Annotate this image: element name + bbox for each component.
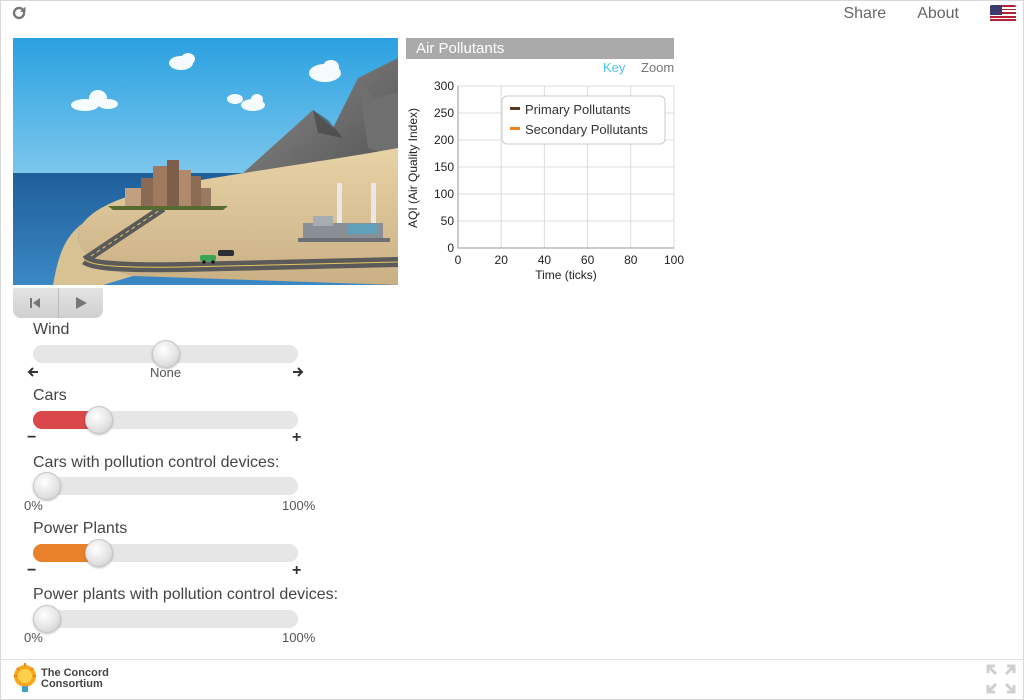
power-plants-slider-handle[interactable] (85, 539, 114, 567)
logo-text-line2: Consortium (41, 678, 103, 690)
wind-slider[interactable] (33, 340, 298, 368)
x-tick-label: 60 (581, 253, 595, 267)
cars-devices-label: Cars with pollution control devices: (33, 454, 280, 471)
plants-devices-label: Power plants with pollution control devi… (33, 586, 339, 603)
top-nav: Share About (843, 5, 1018, 23)
legend-entry: Secondary Pollutants (525, 122, 648, 137)
about-link[interactable]: About (917, 5, 959, 23)
x-tick-label: 40 (538, 253, 552, 267)
x-tick-label: 80 (624, 253, 638, 267)
legend-swatch (510, 127, 520, 130)
wind-slider-handle[interactable] (151, 340, 180, 368)
x-tick-label: 20 (495, 253, 509, 267)
legend-swatch (510, 107, 520, 110)
cars-label: Cars (33, 387, 67, 404)
city-scene (13, 38, 398, 285)
concord-logo[interactable]: The Concord Consortium (12, 663, 109, 695)
wind-label: Wind (33, 321, 70, 338)
plants-devices-slider-handle[interactable] (33, 605, 61, 633)
key-link[interactable]: Key (603, 60, 625, 75)
logo-text: The Concord Consortium (38, 668, 109, 690)
arrow-left-icon (27, 367, 38, 377)
aqi-chart: 0 50 100 150 200 250 300 0 20 40 60 80 100 AQI (Air … (406, 79, 684, 282)
play-icon (75, 297, 87, 309)
footer-divider (0, 659, 1024, 660)
plants-devices-min-label: 0% (24, 630, 43, 645)
y-tick-label: 100 (434, 187, 454, 201)
power-plants-minus-label: − (27, 562, 37, 579)
lightbulb-icon (14, 663, 36, 692)
share-link[interactable]: Share (843, 5, 886, 23)
x-tick-label: 0 (455, 253, 462, 267)
cars-devices-max-label: 100% (282, 498, 316, 513)
y-axis-label: AQI (Air Quality Index) (406, 108, 420, 228)
cars-devices-min-label: 0% (24, 498, 43, 513)
power-plants-slider[interactable] (33, 539, 298, 567)
x-tick-label: 100 (664, 253, 684, 267)
chart-title: Air Pollutants (406, 38, 674, 59)
fullscreen-icon[interactable] (986, 664, 1016, 694)
y-tick-label: 200 (434, 133, 454, 147)
reload-icon[interactable] (10, 4, 28, 22)
cars-slider[interactable] (33, 406, 298, 434)
plants-devices-slider[interactable] (33, 605, 298, 633)
legend-entry: Primary Pollutants (525, 102, 631, 117)
chart-legend: Primary Pollutants Secondary Pollutants (501, 95, 666, 145)
power-plants-label: Power Plants (33, 520, 128, 537)
reset-icon (30, 298, 41, 308)
y-tick-label: 250 (434, 106, 454, 120)
y-tick-label: 300 (434, 79, 454, 93)
arrow-right-icon (293, 367, 304, 377)
us-flag-icon[interactable] (990, 5, 1016, 23)
cars-slider-handle[interactable] (85, 406, 114, 434)
y-tick-label: 150 (434, 160, 454, 174)
playback-controls (13, 288, 103, 318)
y-tick-label: 50 (441, 214, 455, 228)
cars-plus-label: + (292, 429, 302, 446)
wind-value-label: None (150, 365, 182, 380)
plants-devices-max-label: 100% (282, 630, 316, 645)
y-tick-label: 0 (447, 241, 454, 255)
x-axis-label: Time (ticks) (535, 268, 597, 282)
play-button[interactable] (57, 288, 104, 318)
zoom-link[interactable]: Zoom (641, 60, 674, 75)
cars-devices-slider[interactable] (33, 472, 298, 500)
reset-button[interactable] (13, 288, 58, 318)
scene-illustration (13, 38, 398, 285)
cars-devices-slider-handle[interactable] (33, 472, 61, 500)
power-plants-plus-label: + (292, 562, 302, 579)
cars-minus-label: − (27, 429, 37, 446)
